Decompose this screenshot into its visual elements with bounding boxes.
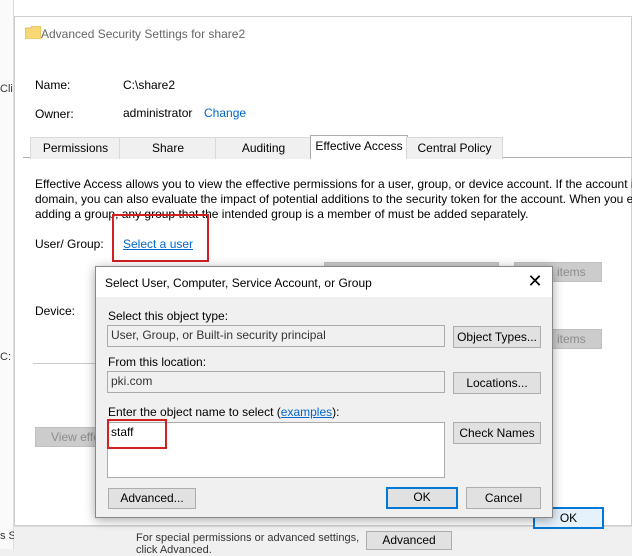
bg-advanced-button[interactable]: Advanced <box>366 531 452 550</box>
object-name-label: Enter the object name to select (example… <box>108 405 339 419</box>
folder-icon <box>25 26 41 39</box>
name-value: C:\share2 <box>123 78 176 92</box>
separator-line <box>33 363 103 364</box>
tab-permissions[interactable]: Permissions <box>30 137 121 159</box>
highlight-box <box>112 214 209 262</box>
window-title: Advanced Security Settings for share2 <box>41 27 246 41</box>
background-window-bottom: For special permissions or advanced sett… <box>14 526 632 556</box>
select-user-dialog: Select User, Computer, Service Account, … <box>95 266 553 518</box>
bg-help-text: For special permissions or advanced sett… <box>136 532 359 556</box>
ok-button[interactable]: OK <box>386 487 458 509</box>
object-name-label-suffix: ): <box>332 405 340 419</box>
description-line: domain, you can also evaluate the impact… <box>35 192 632 206</box>
tab-auditing[interactable]: Auditing <box>215 137 312 159</box>
locations-button[interactable]: Locations... <box>453 372 541 394</box>
location-label: From this location: <box>108 355 207 369</box>
object-type-label: Select this object type: <box>108 309 229 323</box>
location-field: pki.com <box>107 371 445 393</box>
dialog-title-bar: Select User, Computer, Service Account, … <box>96 267 552 297</box>
examples-link[interactable]: examples <box>281 405 332 419</box>
user-group-label: User/ Group: <box>35 237 104 251</box>
dialog-title: Select User, Computer, Service Account, … <box>105 276 372 290</box>
tab-central-policy[interactable]: Central Policy <box>406 137 503 159</box>
check-names-button[interactable]: Check Names <box>453 422 541 444</box>
bg-fragment-2: C: <box>0 351 11 363</box>
close-icon[interactable]: ✕ <box>524 271 546 293</box>
bg-help-line-2: click Advanced. <box>136 544 212 556</box>
description-line: Effective Access allows you to view the … <box>35 177 632 191</box>
background-window-top <box>14 0 632 16</box>
name-label: Name: <box>35 78 71 92</box>
tab-share[interactable]: Share <box>119 137 217 159</box>
object-name-label-prefix: Enter the object name to select ( <box>108 405 281 419</box>
advanced-button[interactable]: Advanced... <box>108 488 196 509</box>
cancel-button[interactable]: Cancel <box>466 487 541 509</box>
tab-effective-access[interactable]: Effective Access <box>310 135 408 159</box>
owner-label: Owner: <box>35 107 74 121</box>
owner-value: administrator <box>123 106 193 120</box>
object-type-field: User, Group, or Built-in security princi… <box>107 325 445 347</box>
window-title-bar: Advanced Security Settings for share2 <box>15 17 632 49</box>
object-types-button[interactable]: Object Types... <box>453 326 541 348</box>
change-owner-link[interactable]: Change <box>204 106 246 120</box>
device-label: Device: <box>35 304 76 318</box>
bg-help-line-1: For special permissions or advanced sett… <box>136 532 360 544</box>
highlight-box <box>107 419 167 449</box>
background-window-left: Cli C: s Selected <box>0 0 51 549</box>
bg-fragment-1: Cli <box>0 83 13 95</box>
